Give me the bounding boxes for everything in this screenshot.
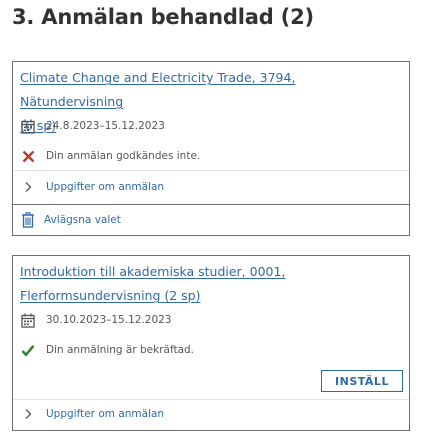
status-row: Din anmälan godkändes inte. <box>20 148 200 164</box>
date-range: 30.10.2023–15.12.2023 <box>46 314 172 326</box>
date-range: 24.8.2023–15.12.2023 <box>46 120 165 132</box>
enrollment-card: Introduktion till akademiska studier, 00… <box>12 255 410 431</box>
cancel-enrollment-button[interactable]: INSTÄLL <box>321 370 403 392</box>
date-row: 24.8.2023–15.12.2023 <box>20 118 165 134</box>
remove-label: Avlägsna valet <box>44 214 121 226</box>
divider <box>13 170 409 171</box>
check-icon <box>20 342 36 358</box>
chevron-right-icon <box>20 179 36 195</box>
details-toggle[interactable]: Uppgifter om anmälan <box>20 179 164 195</box>
status-row: Din anmälning är bekräftad. <box>20 342 194 358</box>
date-row: 30.10.2023–15.12.2023 <box>20 312 172 328</box>
chevron-right-icon <box>20 406 36 422</box>
section-heading: 3. Anmälan behandlad (2) <box>12 5 314 29</box>
status-text: Din anmälan godkändes inte. <box>46 150 201 162</box>
details-toggle[interactable]: Uppgifter om anmälan <box>20 406 164 422</box>
status-text: Din anmälning är bekräftad. <box>46 344 195 356</box>
details-label: Uppgifter om anmälan <box>46 408 165 420</box>
course-title-link-credits[interactable]: Flerformsundervisning (2 sp) <box>20 288 201 303</box>
remove-selection-button[interactable]: Avlägsna valet <box>13 204 409 235</box>
details-label: Uppgifter om anmälan <box>46 181 165 193</box>
course-title-link[interactable]: Climate Change and Electricity Trade, 37… <box>20 70 295 109</box>
trash-icon <box>20 212 36 228</box>
calendar-icon <box>20 312 36 328</box>
course-title-link[interactable]: Introduktion till akademiska studier, 00… <box>20 264 285 279</box>
x-icon <box>20 148 36 164</box>
calendar-icon <box>20 118 36 134</box>
divider <box>13 399 409 400</box>
course-title: Introduktion till akademiska studier, 00… <box>20 260 398 308</box>
enrollment-card: Climate Change and Electricity Trade, 37… <box>12 61 410 236</box>
